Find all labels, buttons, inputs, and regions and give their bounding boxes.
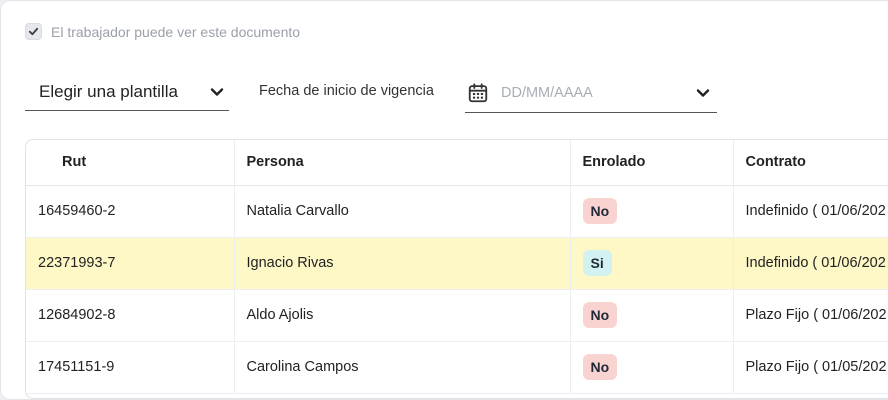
document-form-panel: El trabajador puede ver este documento E…	[0, 0, 888, 400]
template-select[interactable]: Elegir una plantilla	[25, 73, 229, 111]
persona-cell: Natalia Carvallo	[233, 185, 570, 238]
column-header-rut[interactable]: Rut	[26, 140, 234, 186]
enrolado-badge: No	[582, 354, 618, 380]
enrolado-badge: No	[582, 198, 618, 224]
rut-cell: 16459460-2	[26, 185, 234, 238]
column-header-enrolado[interactable]: Enrolado	[569, 140, 733, 186]
start-date-input[interactable]	[501, 84, 671, 101]
visibility-checkbox-row[interactable]: El trabajador puede ver este documento	[25, 23, 300, 40]
visibility-checkbox[interactable]	[25, 23, 42, 40]
check-icon	[28, 27, 39, 36]
chevron-down-icon	[210, 87, 224, 96]
table-row[interactable]: 22371993-7 Ignacio Rivas Si Indefinido (…	[26, 237, 888, 290]
table-header-row: Rut Persona Enrolado Contrato	[26, 140, 888, 186]
chevron-down-icon[interactable]	[695, 85, 711, 101]
rut-cell: 17451151-9	[26, 341, 234, 394]
column-header-contrato[interactable]: Contrato	[732, 140, 888, 186]
rut-cell: 12684902-8	[26, 289, 234, 342]
enrolado-cell: Si	[569, 237, 733, 290]
template-select-label: Elegir una plantilla	[39, 81, 178, 101]
contrato-cell: Plazo Fijo ( 01/05/202	[732, 341, 888, 394]
calendar-icon[interactable]	[467, 82, 489, 104]
enrolado-badge: Si	[582, 250, 612, 276]
column-header-persona[interactable]: Persona	[233, 140, 570, 186]
start-date-field[interactable]	[465, 73, 717, 113]
enrolado-cell: No	[569, 185, 733, 238]
enrolado-cell: No	[569, 289, 733, 342]
contrato-cell: Indefinido ( 01/06/202	[732, 237, 888, 290]
rut-cell: 22371993-7	[26, 237, 234, 290]
visibility-checkbox-label: El trabajador puede ver este documento	[51, 23, 301, 40]
table-row[interactable]: 16459460-2 Natalia Carvallo No Indefinid…	[26, 185, 888, 238]
enrolado-badge: No	[582, 302, 618, 328]
table-row[interactable]: 12684902-8 Aldo Ajolis No Plazo Fijo ( 0…	[26, 289, 888, 342]
start-date-label: Fecha de inicio de vigencia	[259, 83, 434, 99]
persona-cell: Carolina Campos	[233, 341, 570, 394]
contrato-cell: Indefinido ( 01/06/202	[732, 185, 888, 238]
workers-table: Rut Persona Enrolado Contrato 16459460-2…	[25, 139, 888, 399]
contrato-cell: Plazo Fijo ( 01/06/202	[732, 289, 888, 342]
enrolado-cell: No	[569, 341, 733, 394]
table-row[interactable]: 17451151-9 Carolina Campos No Plazo Fijo…	[26, 341, 888, 394]
persona-cell: Ignacio Rivas	[233, 237, 570, 290]
persona-cell: Aldo Ajolis	[233, 289, 570, 342]
